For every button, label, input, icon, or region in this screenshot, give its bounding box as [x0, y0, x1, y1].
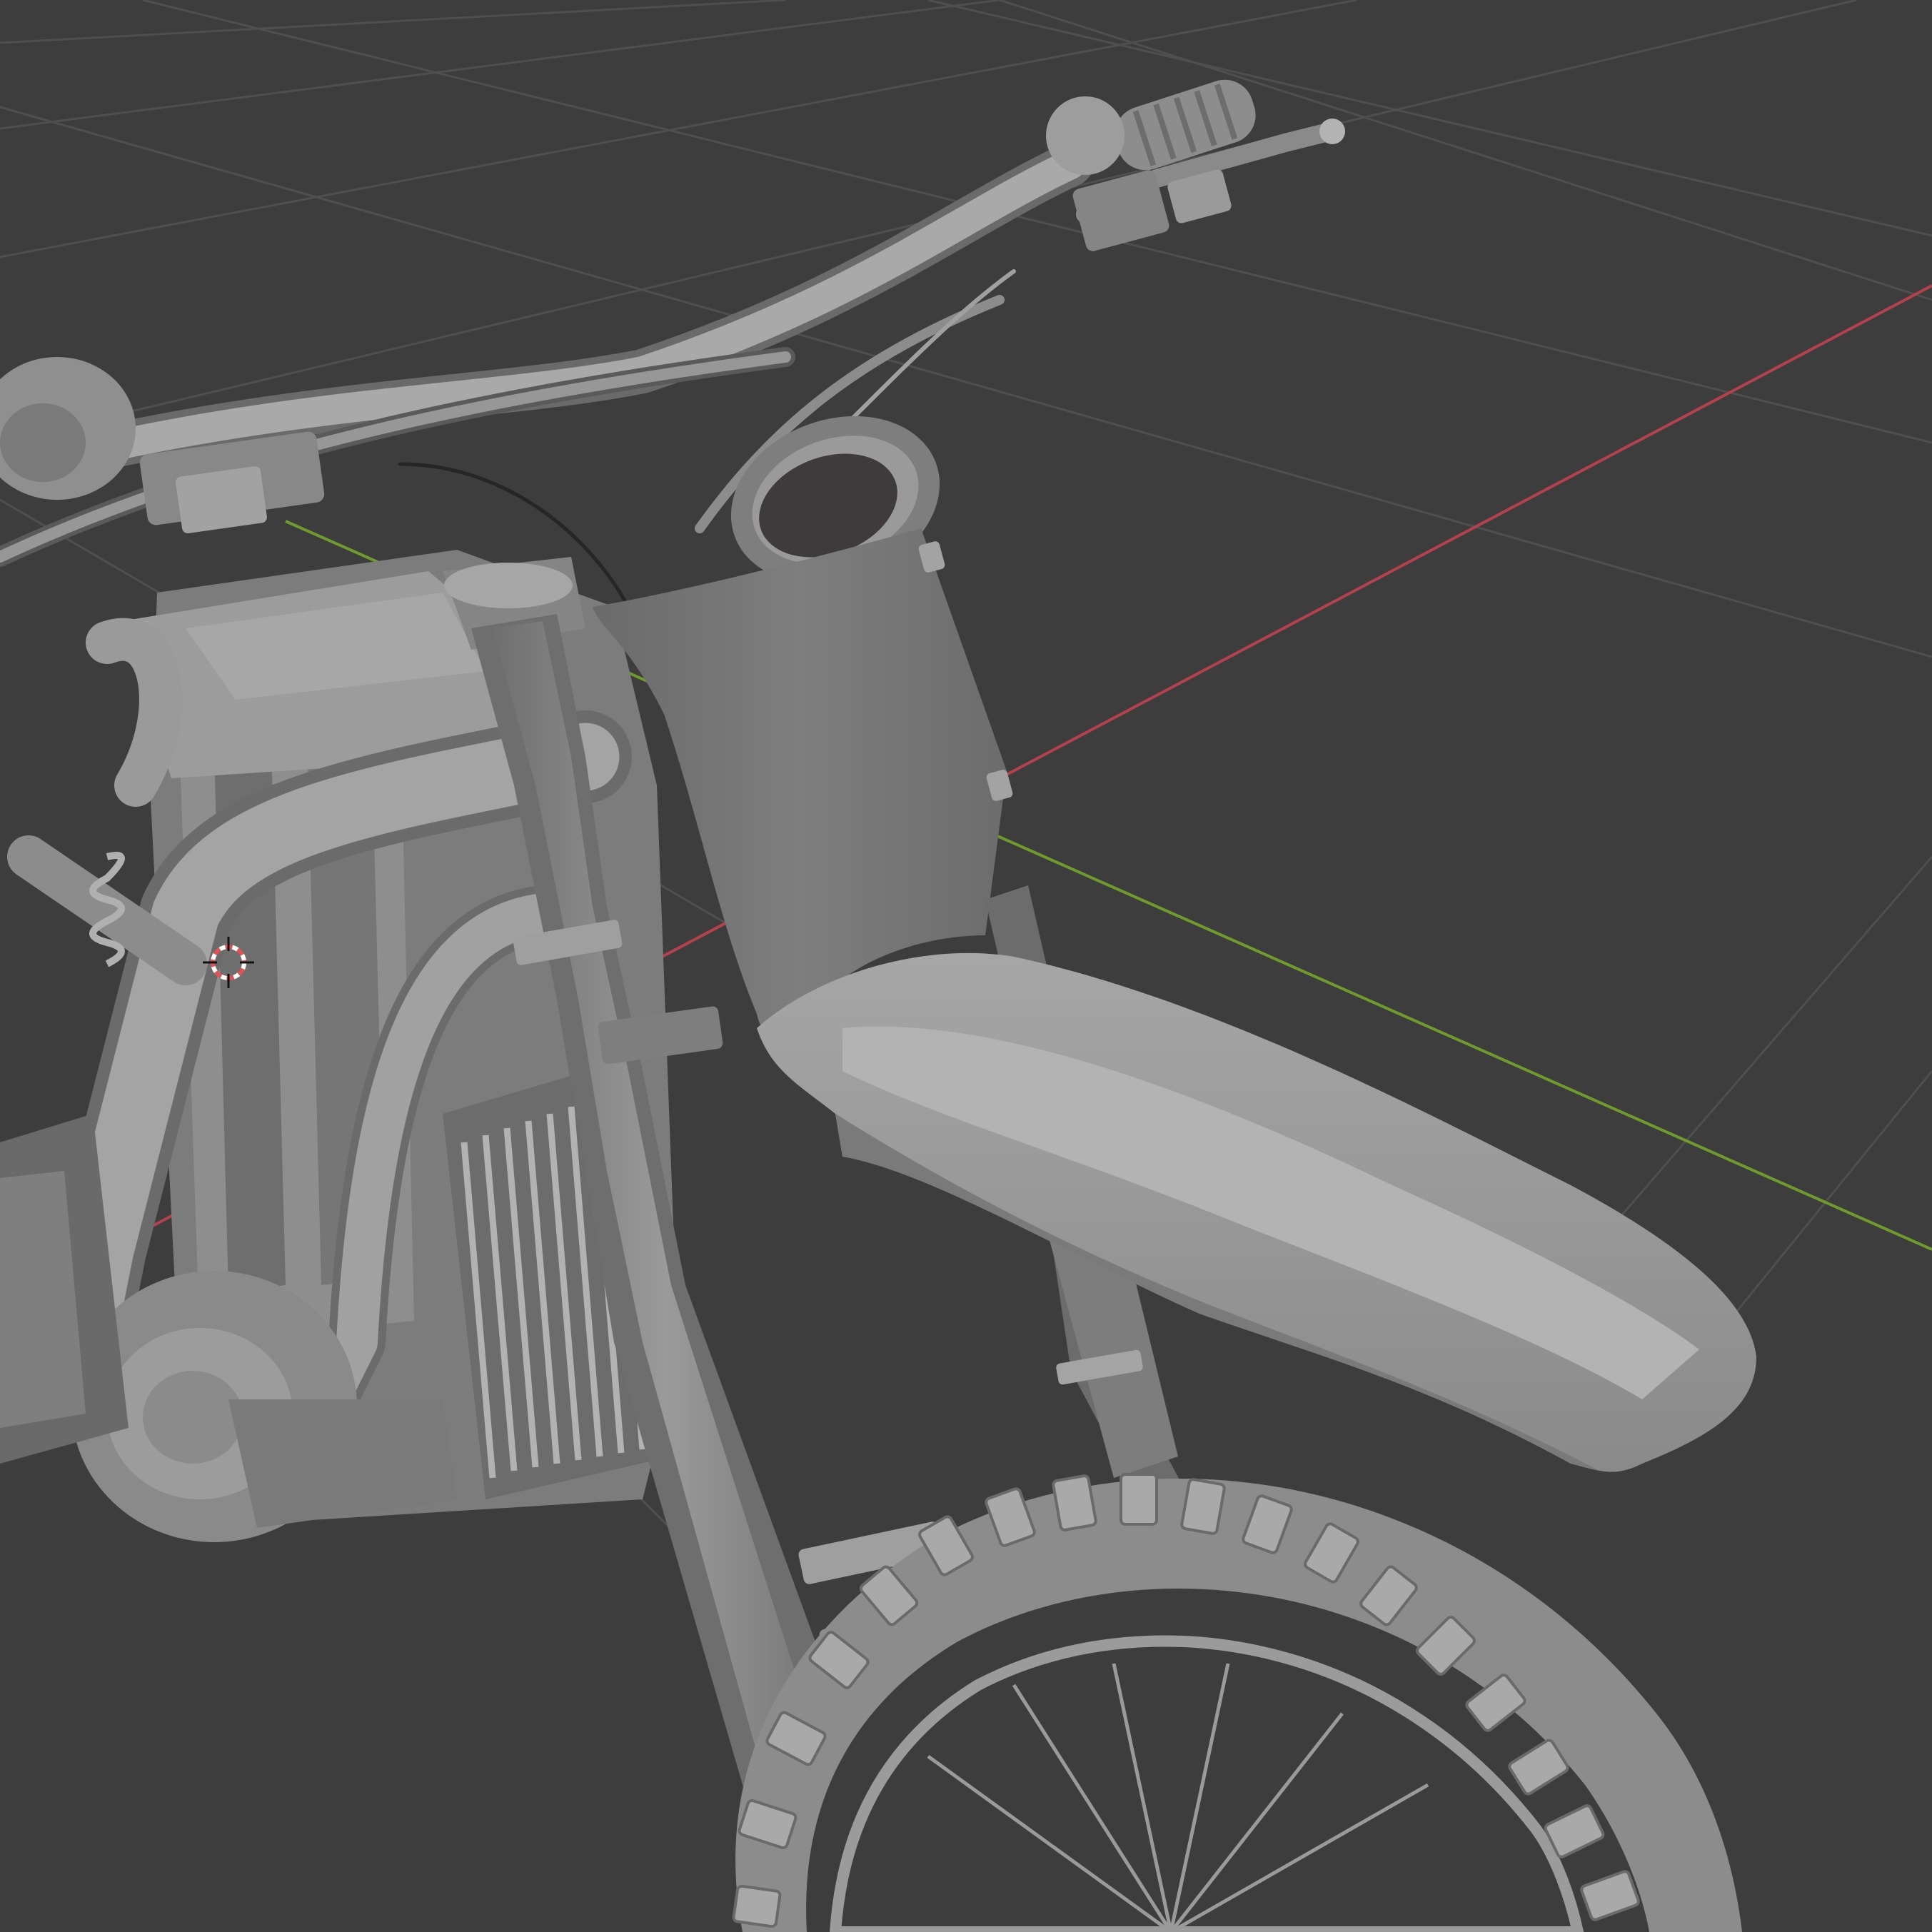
3d-viewport[interactable]	[0, 0, 1932, 1932]
viewport-canvas[interactable]	[0, 0, 1932, 1932]
